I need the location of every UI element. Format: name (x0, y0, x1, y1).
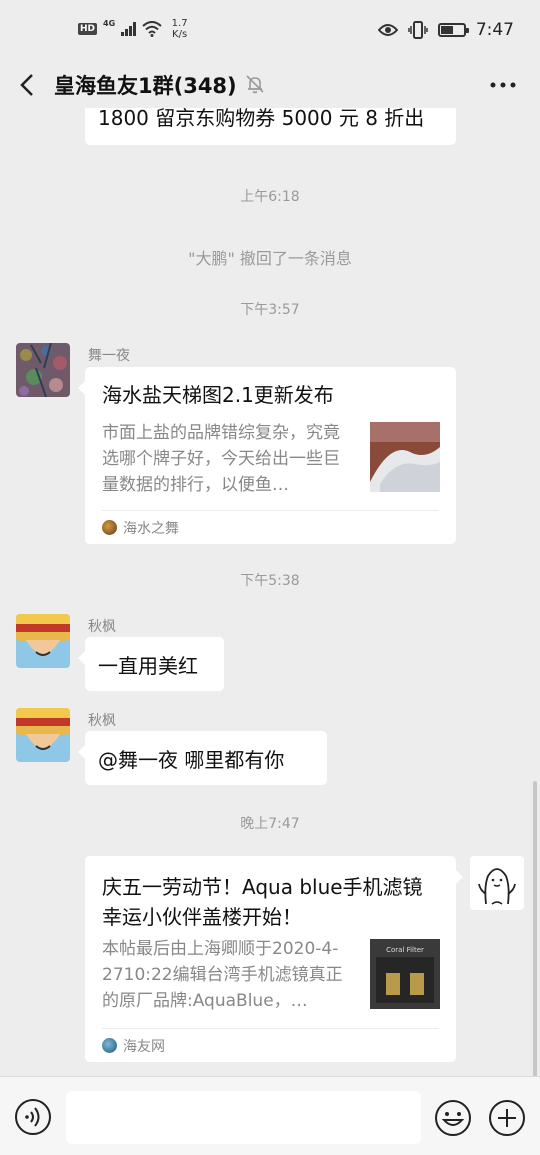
status-bar: HD 4G 1.7 K/s 7:47 (0, 0, 540, 62)
message-bubble-partial[interactable]: 1800 留京东购物券 5000 元 8 折出 (85, 108, 456, 145)
timestamp: 下午3:57 (240, 302, 300, 318)
link-title: 海水盐天梯图2.1更新发布 (102, 383, 334, 407)
battery-icon (437, 23, 469, 37)
scrollbar[interactable] (533, 781, 537, 1081)
vibrate-icon (408, 21, 428, 39)
message-bubble[interactable]: 一直用美红 (78, 637, 224, 691)
my-avatar[interactable] (470, 856, 524, 910)
link-source: 海友网 (102, 1028, 439, 1062)
message-text: 1800 留京东购物券 5000 元 8 折出 (98, 108, 425, 130)
message-input[interactable] (66, 1091, 421, 1144)
recall-notice: "大鹏" 撤回了一条消息 (188, 249, 352, 268)
input-bar (0, 1076, 540, 1155)
timestamp: 上午6:18 (240, 189, 300, 205)
back-icon[interactable] (14, 70, 44, 100)
plus-icon[interactable] (487, 1098, 527, 1138)
clock: 7:47 (475, 20, 514, 40)
sender-name: 秋枫 (88, 713, 116, 729)
signal-icon (121, 22, 136, 36)
source-icon (102, 1038, 117, 1053)
network-type: 4G (103, 18, 116, 28)
link-title: 庆五一劳动节！Aqua blue手机滤镜幸运小伙伴盖楼开始！ (102, 875, 423, 929)
avatar[interactable] (16, 343, 70, 397)
avatar[interactable] (16, 614, 70, 668)
hd-indicator: HD (78, 23, 98, 35)
svg-text:Coral Filter: Coral Filter (386, 946, 424, 954)
sender-name: 舞一夜 (88, 348, 130, 364)
timestamp: 下午5:38 (240, 573, 300, 589)
link-card[interactable]: 庆五一劳动节！Aqua blue手机滤镜幸运小伙伴盖楼开始！ 本帖最后由上海卿顺… (85, 856, 463, 1062)
link-thumbnail (370, 422, 440, 492)
message-text: 一直用美红 (98, 653, 198, 678)
link-source: 海水之舞 (102, 510, 439, 544)
timestamp: 晚上7:47 (240, 816, 300, 832)
link-card[interactable]: 海水盐天梯图2.1更新发布 市面上盐的品牌错综复杂，究竟选哪个牌子好，今天给出一… (78, 367, 456, 544)
chat-title: 皇海鱼友1群(348) (54, 74, 237, 98)
source-icon (102, 520, 117, 535)
wifi-icon (141, 21, 162, 37)
avatar[interactable] (16, 708, 70, 762)
link-description: 市面上盐的品牌错综复杂，究竟选哪个牌子好，今天给出一些巨量数据的排行，以便鱼… (102, 423, 340, 495)
chat-header: 皇海鱼友1群(348) (0, 62, 540, 108)
message-text: @舞一夜 哪里都有你 (98, 747, 285, 772)
message-bubble[interactable]: @舞一夜 哪里都有你 (78, 731, 327, 785)
more-options-icon[interactable] (488, 73, 518, 97)
voice-input-icon[interactable] (14, 1098, 52, 1136)
eye-icon (377, 24, 398, 36)
network-speed: 1.7 K/s (171, 18, 188, 40)
mute-bell-icon (246, 75, 264, 94)
emoji-icon[interactable] (433, 1098, 473, 1138)
link-description: 本帖最后由上海卿顺于2020-4-2710:22编辑台湾手机滤镜真正的原厂品牌:… (102, 939, 343, 1011)
link-thumbnail: Coral Filter (370, 939, 440, 1009)
sender-name: 秋枫 (88, 619, 116, 635)
message-list[interactable]: 1800 留京东购物券 5000 元 8 折出 上午6:18 "大鹏" 撤回了一… (0, 108, 540, 1076)
